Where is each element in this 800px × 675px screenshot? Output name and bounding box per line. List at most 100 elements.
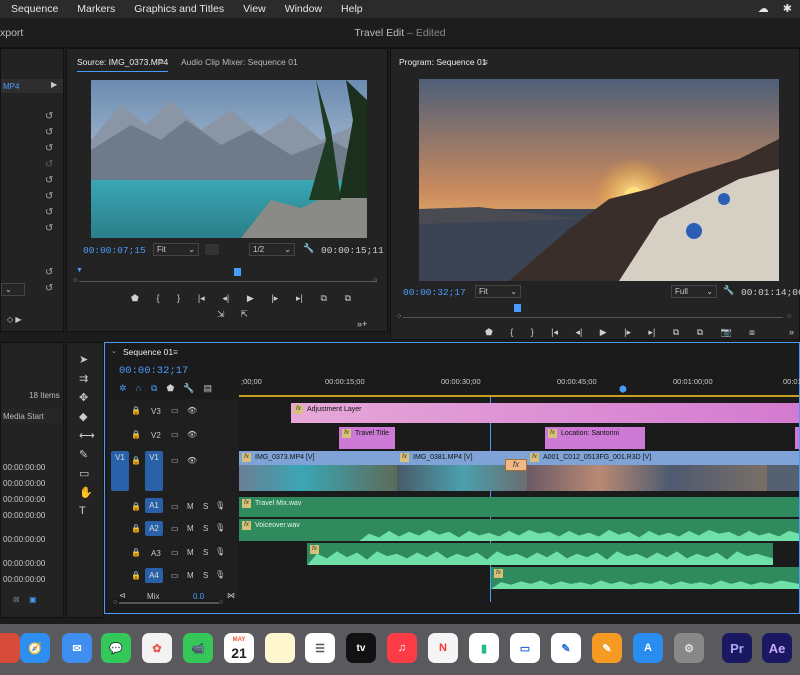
play-button[interactable]: ▶ <box>247 293 254 304</box>
wrench-icon[interactable]: 🔧 <box>183 383 194 394</box>
zoom-handle-right[interactable]: ○ <box>373 277 377 284</box>
solo-button[interactable]: S <box>203 524 208 533</box>
sync-lock-icon[interactable]: ▭ <box>171 524 179 533</box>
reset-icon[interactable]: ↺ <box>45 175 53 186</box>
close-tab-icon[interactable]: ⌄ <box>111 347 117 355</box>
track-label-a2[interactable]: A2 <box>145 521 163 536</box>
eye-icon[interactable]: 👁 <box>187 430 197 439</box>
mark-out-icon[interactable]: } <box>531 327 534 338</box>
zoom-handle-right[interactable]: ○ <box>219 599 223 606</box>
mic-icon[interactable]: 🎙 <box>215 570 225 579</box>
mute-button[interactable]: M <box>187 571 194 580</box>
video-clip[interactable]: fx IMG_0381.MP4 [V] <box>397 451 527 491</box>
messages-icon[interactable]: 💬 <box>101 633 131 663</box>
facetime-icon[interactable]: 📹 <box>183 633 213 663</box>
play-icon[interactable]: ▶ <box>51 80 57 89</box>
video-clip[interactable]: fx A001_C012_0513FG_001.R3D [V] <box>527 451 767 491</box>
system-settings-icon[interactable]: ⚙ <box>674 633 704 663</box>
keynote-icon[interactable]: ▭ <box>510 633 540 663</box>
step-forward-icon[interactable]: |▸ <box>271 293 278 304</box>
export-frame-icon[interactable]: ⇲ <box>217 309 225 320</box>
panel-menu-icon[interactable]: ≡ <box>159 57 164 67</box>
program-zoom-select[interactable]: Fit ⌄ <box>475 285 521 298</box>
time-ruler[interactable]: ;00;00 00:00:15;00 00:00:30;00 00:00:45;… <box>239 373 800 397</box>
pen-tool-icon[interactable]: ✎ <box>79 448 95 461</box>
selection-tool-icon[interactable]: ➤ <box>79 353 95 366</box>
menu-window[interactable]: Window <box>285 3 322 15</box>
lock-icon[interactable]: 🔒 <box>131 406 141 415</box>
captions-icon[interactable]: ▤ <box>204 383 213 394</box>
source-resolution-select[interactable]: 1/2 ⌄ <box>249 243 295 256</box>
zoom-handle-right[interactable]: ○ <box>787 313 791 320</box>
rectangle-tool-icon[interactable]: ▭ <box>79 467 95 480</box>
source-zoom-select[interactable]: Fit ⌄ <box>153 243 199 256</box>
program-tab[interactable]: Program: Sequence 01 <box>399 57 486 67</box>
timeline-zoom-bar[interactable] <box>119 602 219 604</box>
mark-out-icon[interactable]: } <box>177 293 180 304</box>
safari-icon[interactable]: 🧭 <box>20 633 50 663</box>
razor-tool-icon[interactable]: ◆ <box>79 410 95 423</box>
step-back-icon[interactable]: ◂| <box>222 293 229 304</box>
transition-fx-icon[interactable]: fx <box>505 459 527 471</box>
music-icon[interactable]: ♫ <box>387 633 417 663</box>
wrench-icon[interactable]: 🔧 <box>303 243 314 254</box>
notes-icon[interactable] <box>265 633 295 663</box>
after-effects-icon[interactable]: Ae <box>762 633 792 663</box>
photos-icon[interactable]: ✿ <box>142 633 172 663</box>
mute-button[interactable]: M <box>187 502 194 511</box>
button-editor-icon[interactable]: »+ <box>357 319 367 329</box>
media-start-column[interactable]: Media Start <box>3 412 44 421</box>
mix-pan-icon[interactable]: ⋈ <box>227 591 235 600</box>
reset-icon[interactable]: ↺ <box>45 191 53 202</box>
lock-icon[interactable]: 🔒 <box>131 524 141 533</box>
mark-in-icon[interactable]: { <box>510 327 513 338</box>
audio-clip-travel-mix[interactable]: fx Travel Mix.wav <box>239 497 799 517</box>
export-icon[interactable]: ⇱ <box>241 309 249 320</box>
lock-icon[interactable]: 🔒 <box>131 430 141 439</box>
track-label-a1[interactable]: A1 <box>145 498 163 513</box>
panel-menu-icon[interactable]: ≡ <box>483 57 488 67</box>
hand-tool-icon[interactable]: ✋ <box>79 486 95 499</box>
audio-clip-voiceover[interactable]: fx Voiceover.wav <box>239 519 799 541</box>
new-item-icon[interactable]: ▣ <box>29 595 37 604</box>
audio-meter-icon[interactable]: ⊲ <box>119 591 126 600</box>
add-marker-icon[interactable]: ⧉ <box>151 383 157 394</box>
mute-button[interactable]: M <box>187 548 194 557</box>
step-back-icon[interactable]: ◂| <box>575 327 582 338</box>
app-icon[interactable] <box>0 633 20 663</box>
comparison-view-icon[interactable]: ⧈ <box>749 327 755 338</box>
eye-icon[interactable]: 👁 <box>187 456 197 465</box>
premiere-pro-icon[interactable]: Pr <box>722 633 752 663</box>
travel-title-clip[interactable]: fx Travel Title <box>339 427 395 449</box>
lock-icon[interactable]: 🔒 <box>131 502 141 511</box>
reminders-icon[interactable]: ☰ <box>305 633 335 663</box>
eye-icon[interactable]: 👁 <box>187 406 197 415</box>
app-store-icon[interactable]: A <box>633 633 663 663</box>
track-label-v2[interactable]: V2 <box>151 431 161 440</box>
sync-lock-icon[interactable]: ▭ <box>171 456 179 465</box>
audio-clip[interactable]: fx <box>491 567 799 589</box>
source-patch-v1[interactable]: V1 <box>111 451 129 491</box>
track-label-a3[interactable]: A3 <box>151 549 161 558</box>
lift-icon[interactable]: ⧉ <box>673 327 679 338</box>
bluetooth-icon[interactable]: ✱ <box>783 2 792 15</box>
solo-button[interactable]: S <box>203 571 208 580</box>
creative-cloud-icon[interactable]: ☁ <box>758 2 769 15</box>
lock-icon[interactable]: 🔒 <box>131 548 141 557</box>
snap-icon[interactable]: ✲ <box>119 383 127 394</box>
timeline-timecode[interactable]: 00:00:32;17 <box>119 365 188 377</box>
reset-icon[interactable]: ↺ <box>45 207 53 218</box>
program-resolution-select[interactable]: Full ⌄ <box>671 285 717 298</box>
step-forward-icon[interactable]: |▸ <box>624 327 631 338</box>
source-playhead-timecode[interactable]: 00:00:07;15 <box>83 245 146 256</box>
mic-icon[interactable]: 🎙 <box>215 501 225 510</box>
go-to-in-icon[interactable]: |◂ <box>551 327 558 338</box>
overwrite-icon[interactable]: ⧉ <box>345 293 351 304</box>
clip-tab[interactable]: MP4 <box>3 82 19 91</box>
reset-icon[interactable]: ↺ <box>45 223 53 234</box>
source-tab[interactable]: Source: IMG_0373.MP4 <box>77 57 169 72</box>
marker-icon[interactable]: ⬟ <box>131 293 139 304</box>
panel-menu-icon[interactable]: ≡ <box>173 347 178 357</box>
numbers-icon[interactable]: ▮ <box>469 633 499 663</box>
video-clip[interactable]: fx IMG_0373.MP4 [V] <box>239 451 397 491</box>
